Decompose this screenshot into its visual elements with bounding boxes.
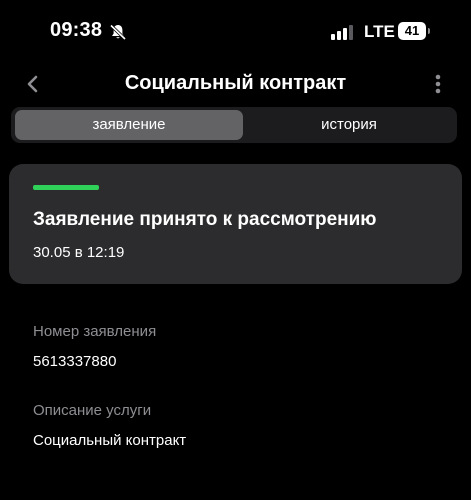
battery-level: 41 [398, 22, 426, 40]
status-card: Заявление принято к рассмотрению 30.05 в… [9, 164, 462, 284]
battery-tip [428, 28, 430, 34]
service-description-label: Описание услуги [33, 402, 152, 419]
bell-slash-icon [109, 23, 127, 41]
application-number-value: 5613337880 [33, 353, 117, 370]
segmented-control: заявление история [11, 107, 457, 143]
status-date: 30.05 в 12:19 [33, 244, 125, 261]
more-vertical-icon [435, 74, 441, 94]
service-description-value: Социальный контракт [33, 432, 187, 449]
page-title: Социальный контракт [124, 72, 347, 94]
signal-icon [331, 24, 355, 40]
more-button[interactable] [428, 70, 448, 98]
status-title: Заявление принято к рассмотрению [33, 209, 377, 230]
navigation-bar: Социальный контракт [0, 64, 471, 104]
tab-application[interactable]: заявление [15, 110, 243, 140]
battery-icon: 41 [398, 22, 430, 40]
status-indicator [33, 185, 99, 190]
status-time: 09:38 [50, 19, 103, 41]
status-bar: 09:38 LTE 41 [0, 0, 471, 64]
application-number-label: Номер заявления [33, 323, 157, 340]
network-type: LTE [364, 22, 395, 41]
tab-history[interactable]: история [245, 110, 453, 140]
